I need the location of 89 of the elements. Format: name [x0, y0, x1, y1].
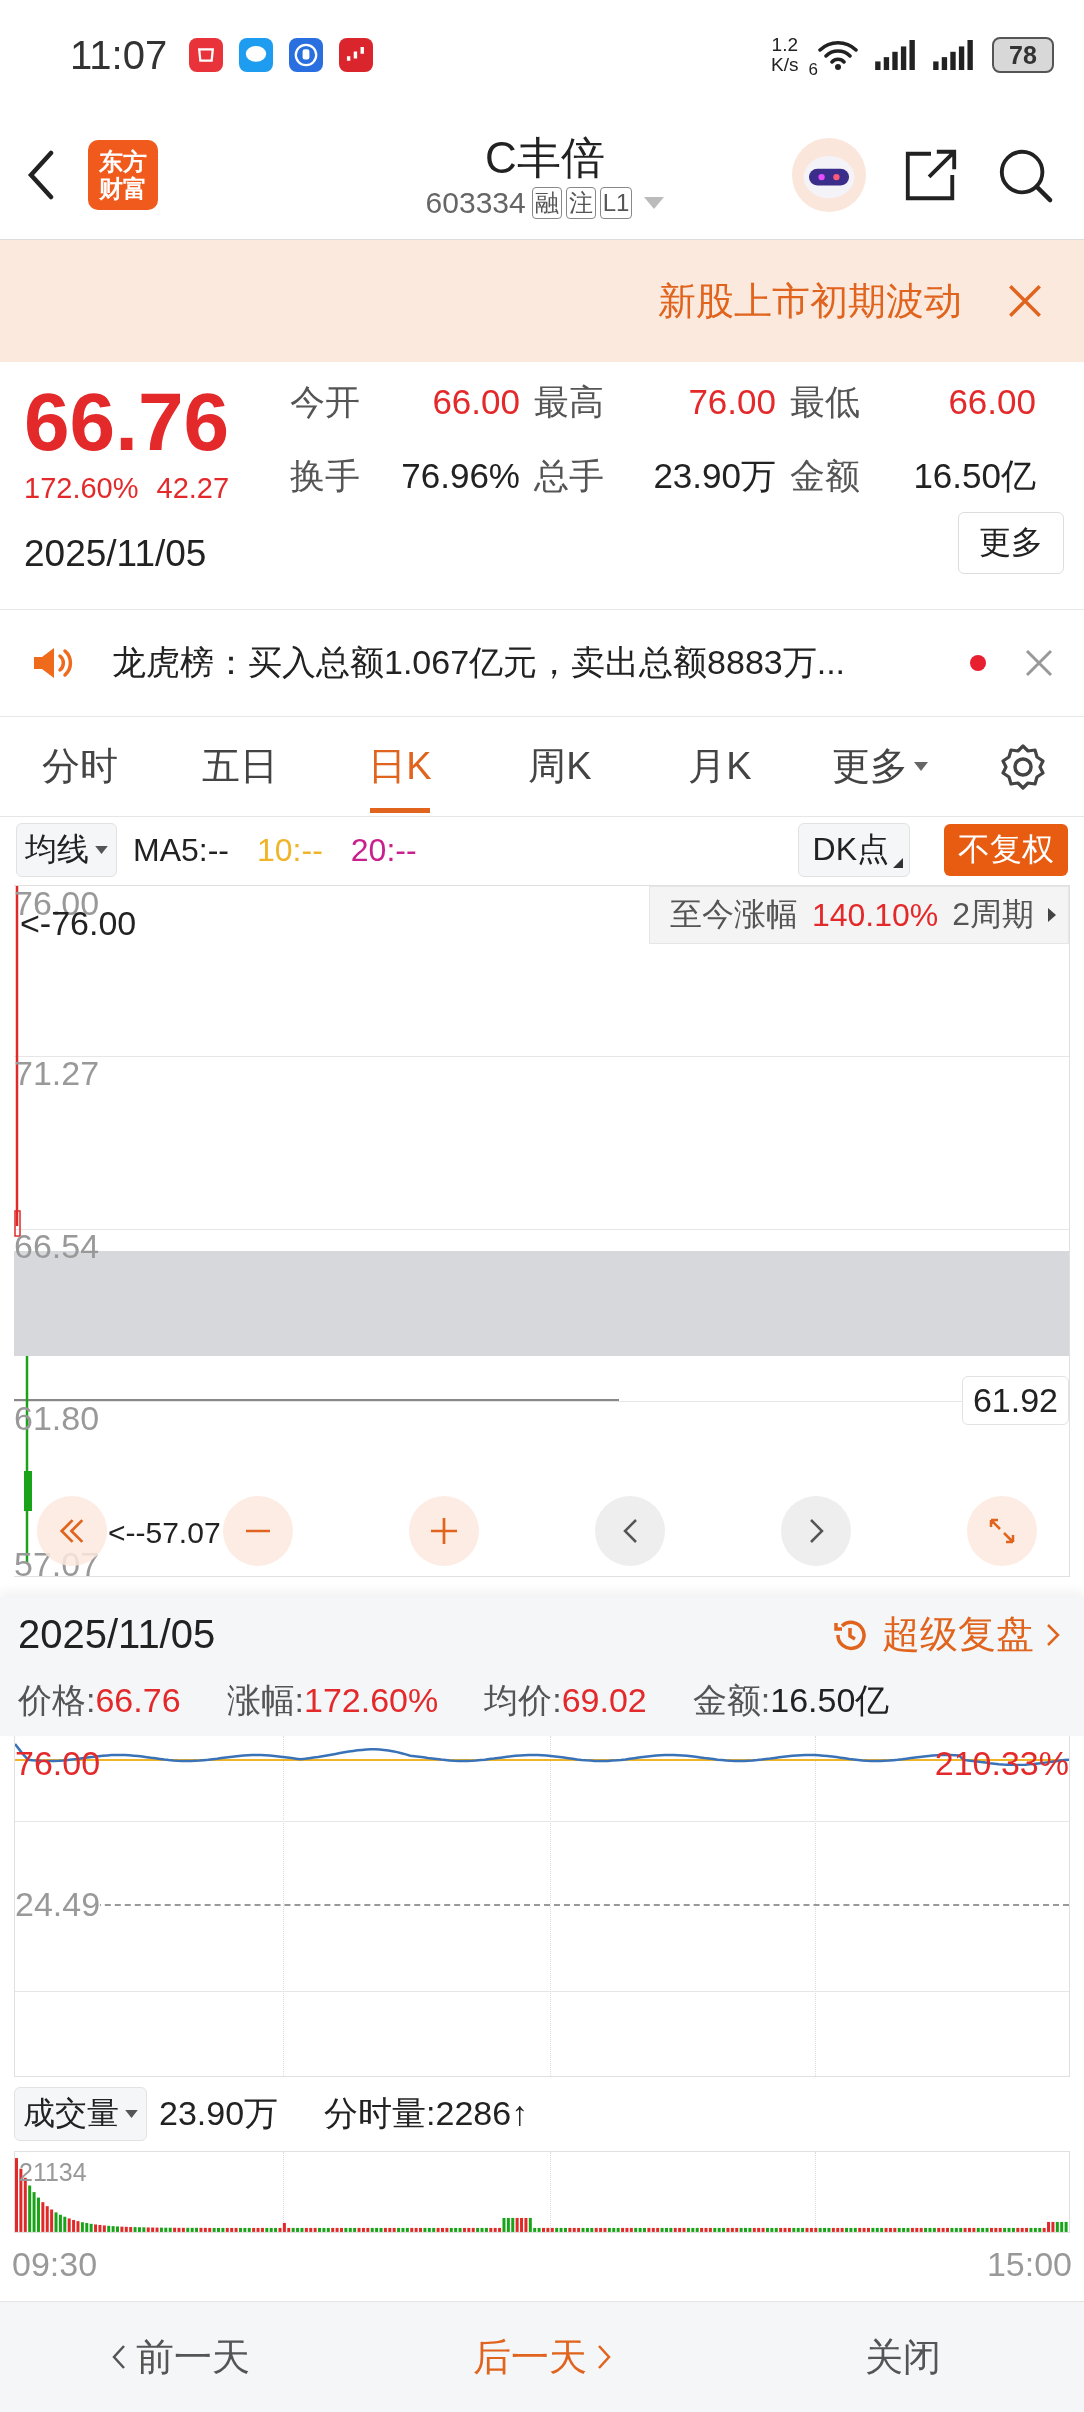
wifi-label: 6 — [808, 60, 818, 80]
chevron-left-icon — [111, 2344, 126, 2370]
range-info-panel[interactable]: 至今涨幅 140.10% 2周期 — [648, 886, 1069, 944]
last-price: 66.76 — [24, 376, 231, 468]
signal-icon — [932, 40, 974, 70]
indicator-dropdown[interactable]: 均线 — [16, 823, 117, 877]
caret-icon — [1048, 908, 1056, 922]
stat-value: 16.50亿 — [770, 1681, 890, 1719]
volume-total: 23.90万 — [159, 2093, 279, 2134]
candlestick-icon — [339, 38, 374, 72]
axis-label: 57.07 — [14, 1547, 100, 1581]
time-label: 15:00 — [986, 2245, 1072, 2285]
volume-dropdown[interactable]: 成交量 — [14, 2087, 147, 2141]
robot-avatar-icon[interactable] — [792, 137, 866, 212]
network-speed: 1.2 — [771, 35, 798, 55]
stat-label: 涨幅: — [226, 1681, 304, 1719]
banner-text: 新股上市初期波动 — [658, 278, 962, 324]
stock-name: C丰倍 — [485, 131, 605, 184]
stat-value: 172.60% — [304, 1681, 439, 1719]
stat-value: 76.96% — [400, 455, 521, 497]
stat-value: 69.02 — [561, 1681, 647, 1719]
stock-tag: 融 — [531, 186, 562, 219]
settings-icon[interactable] — [998, 741, 1048, 792]
chart-tab[interactable]: 月K — [640, 716, 800, 817]
chat-bubble-icon — [239, 38, 274, 72]
stat-value: 66.00 — [431, 381, 521, 423]
stat-label: 最低 — [790, 381, 861, 423]
stat-label: 最高 — [534, 381, 605, 423]
caret-icon — [95, 845, 108, 855]
adjustment-button[interactable]: 不复权 — [944, 824, 1068, 876]
wifi-icon — [818, 39, 858, 71]
stat-label: 价格: — [18, 1681, 96, 1719]
stat-label: 总手 — [534, 455, 605, 497]
moving-average-label: 20:-- — [350, 831, 417, 869]
stat-label: 金额: — [692, 1681, 771, 1719]
zoom-in-icon — [431, 1518, 457, 1544]
chevron-right-icon — [1046, 1622, 1060, 1647]
shopping-bag-icon — [189, 38, 224, 72]
stock-tag: 注 — [565, 186, 596, 219]
caret-icon — [125, 2109, 138, 2119]
chart-tab[interactable]: 分时 — [0, 716, 160, 817]
quote-date: 2025/11/05 — [24, 533, 208, 575]
time-label: 09:30 — [12, 2245, 98, 2285]
close-icon[interactable] — [1024, 648, 1054, 678]
battery-indicator: 78 — [992, 37, 1054, 73]
stat-value: 16.50亿 — [912, 455, 1037, 497]
stat-value: 76.00 — [687, 381, 777, 423]
chevron-right-icon — [597, 2344, 611, 2370]
change-amount: 42.27 — [156, 472, 230, 505]
tick-volume: 分时量:2286↑ — [324, 2093, 529, 2134]
stock-code: 603334 — [425, 185, 526, 220]
caret-icon — [914, 761, 928, 772]
dk-point-button[interactable]: DK点 — [797, 823, 910, 877]
caret-icon[interactable] — [644, 196, 665, 209]
more-button[interactable]: 更多 — [958, 512, 1064, 574]
chart-tab[interactable]: 周K — [480, 716, 640, 817]
day-nav-button[interactable]: 关闭 — [722, 2331, 1084, 2383]
replay-date: 2025/11/05 — [18, 1612, 216, 1657]
corner-triangle-icon — [893, 858, 903, 868]
stat-label: 今开 — [290, 381, 361, 423]
chart-tab[interactable]: 五日 — [160, 716, 320, 817]
close-icon[interactable] — [1008, 284, 1042, 318]
stat-label: 均价: — [484, 1681, 562, 1719]
change-percent: 172.60% — [24, 472, 139, 505]
stat-value: 23.90万 — [652, 455, 777, 497]
clock-time: 11:07 — [70, 32, 168, 78]
day-nav-button[interactable]: 前一天 — [0, 2331, 362, 2383]
signal-icon — [874, 40, 916, 70]
stock-tag: L1 — [599, 186, 633, 219]
stat-label: 金额 — [790, 455, 861, 497]
chevron-left-icon — [622, 1518, 638, 1544]
zoom-out-icon — [245, 1529, 271, 1533]
stat-value: 66.76 — [95, 1681, 181, 1719]
stat-value: 66.00 — [947, 381, 1037, 423]
network-speed-unit: K/s — [771, 55, 799, 75]
moving-average-label: 10:-- — [257, 831, 323, 869]
rewind-icon — [59, 1518, 85, 1544]
notice-text[interactable]: 龙虎榜：买入总额1.067亿元，卖出总额8883万... — [112, 640, 970, 686]
axis-label: 21134 — [19, 2158, 87, 2187]
current-price-label: 61.92 — [961, 1376, 1069, 1425]
chevron-right-icon — [808, 1518, 824, 1544]
stat-label: 换手 — [290, 455, 361, 497]
axis-label: 66.54 — [14, 1229, 100, 1263]
chart-tab[interactable]: 更多 — [800, 716, 960, 817]
expand-icon — [989, 1518, 1015, 1544]
moving-average-label: MA5:-- — [133, 831, 229, 869]
low-price-marker: <--57.07 — [108, 1516, 221, 1550]
back-icon[interactable] — [26, 149, 56, 200]
app-logo: 东方 财富 — [88, 139, 158, 210]
